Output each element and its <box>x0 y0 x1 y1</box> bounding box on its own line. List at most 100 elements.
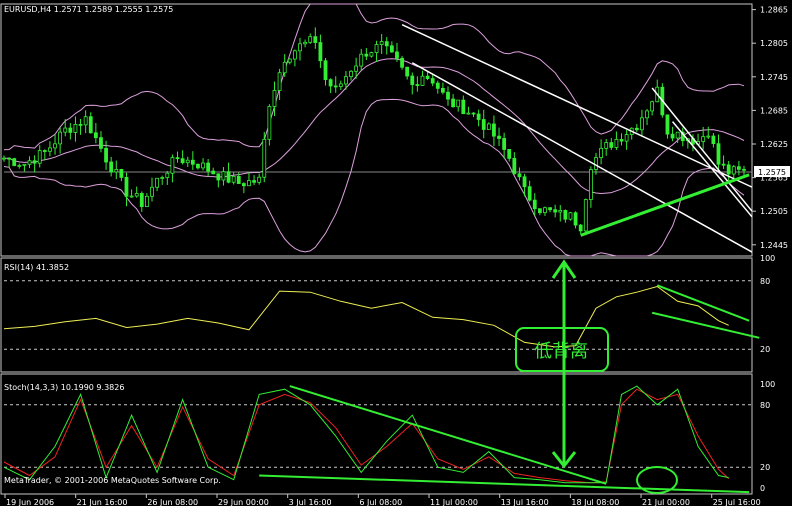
candle-body <box>583 199 588 232</box>
annotation-text: 低背离 <box>534 341 588 362</box>
candle-body <box>395 51 399 59</box>
candle-body <box>379 41 384 45</box>
candle-body <box>420 75 425 86</box>
candle-body <box>160 177 165 179</box>
candle-body <box>63 127 68 133</box>
candle-body <box>155 177 160 188</box>
candle-body <box>287 58 292 63</box>
candle-body <box>440 87 445 93</box>
candle-body <box>405 66 410 77</box>
rsi-trendline-lower <box>651 311 760 339</box>
panel-frames <box>0 3 753 495</box>
candle-body <box>298 43 302 52</box>
candle-body <box>594 157 598 170</box>
candle-body <box>553 209 558 213</box>
candle-body <box>150 186 154 197</box>
stoch-tick-label: 0 <box>760 484 765 493</box>
candle-body <box>466 112 471 115</box>
candle-body <box>619 139 624 142</box>
rsi-line <box>3 284 760 348</box>
candle-body <box>634 127 639 131</box>
rsi-series <box>3 285 729 348</box>
price-tick-label: 1.2625 <box>760 140 788 149</box>
candle-body <box>354 65 359 72</box>
candle-body <box>308 36 313 43</box>
price-tick-label: 1.2865 <box>760 6 788 15</box>
candle-body <box>548 207 552 211</box>
candle-body <box>262 138 267 178</box>
candle-body <box>425 75 430 79</box>
candle-body <box>726 164 731 175</box>
candle-body <box>190 159 195 165</box>
candle-body <box>349 70 353 78</box>
candle-body <box>558 209 563 213</box>
rsi-trendline-upper <box>656 284 750 322</box>
candle-body <box>114 168 119 173</box>
candle-body <box>83 116 88 126</box>
price-tick-label: 1.2805 <box>760 39 788 48</box>
candle-body <box>134 193 139 197</box>
price-candles <box>2 27 746 236</box>
candle-body <box>716 143 721 165</box>
candle-body <box>512 157 517 175</box>
candle-body <box>645 110 649 119</box>
candle-body <box>624 134 629 142</box>
candle-body <box>73 124 78 133</box>
candle-body <box>389 45 394 53</box>
candle-body <box>27 160 32 165</box>
candle-body <box>241 183 246 187</box>
candle-body <box>492 123 496 137</box>
time-tick-label: 3 Jul 16:00 <box>289 498 332 506</box>
stoch-axis: 100 80 20 0 <box>760 380 775 493</box>
candle-body <box>599 147 604 158</box>
candle-body <box>711 135 716 145</box>
candle-body <box>476 113 481 120</box>
time-tick-label: 21 Jun 16:00 <box>77 498 128 506</box>
price-tick-label: 1.2745 <box>760 73 788 82</box>
candle-body <box>53 143 57 149</box>
current-price-tag-label: 1.2575 <box>758 168 786 177</box>
candle-body <box>17 164 22 167</box>
candle-body <box>640 117 644 131</box>
candle-body <box>313 36 318 43</box>
time-tick-label: 13 Jul 16:00 <box>501 498 549 506</box>
panel-frame <box>0 257 753 373</box>
candle-body <box>563 209 568 220</box>
stoch-tick-label: 20 <box>760 463 770 472</box>
candle-body <box>216 173 221 181</box>
candle-body <box>22 163 27 166</box>
candle-body <box>42 150 47 152</box>
price-panel-label: EURUSD,H4 1.2571 1.2589 1.2555 1.2575 <box>4 5 173 14</box>
price-tick-label: 1.2505 <box>760 207 788 216</box>
time-tick-label: 11 Jul 00:00 <box>430 498 478 506</box>
candle-body <box>201 162 205 169</box>
candle-body <box>7 157 12 160</box>
candle-body <box>532 199 537 210</box>
chart-terminal: 1.28651.28051.27451.26851.26251.25651.25… <box>0 3 790 506</box>
candle-body <box>588 169 593 200</box>
candle-body <box>471 112 476 115</box>
candle-body <box>578 224 583 232</box>
candle-body <box>435 82 440 89</box>
candle-body <box>721 163 726 166</box>
candle-body <box>665 114 670 135</box>
candle-body <box>292 50 297 60</box>
time-tick-label: 21 Jul 00:00 <box>642 498 690 506</box>
candle-body <box>359 53 364 67</box>
candle-body <box>415 84 420 86</box>
candle-body <box>675 131 680 139</box>
candle-body <box>650 101 655 112</box>
candle-body <box>99 137 103 149</box>
price-tick-label: 1.2685 <box>760 106 788 115</box>
candle-body <box>48 147 52 152</box>
candle-body <box>267 106 272 140</box>
candle-body <box>231 175 236 183</box>
candle-body <box>104 147 108 163</box>
candle-body <box>451 98 456 108</box>
stoch-main-series <box>3 385 729 484</box>
candle-body <box>58 131 63 145</box>
candle-body <box>328 79 333 87</box>
candle-body <box>364 53 369 57</box>
candle-body <box>731 166 736 175</box>
candle-body <box>384 41 389 47</box>
